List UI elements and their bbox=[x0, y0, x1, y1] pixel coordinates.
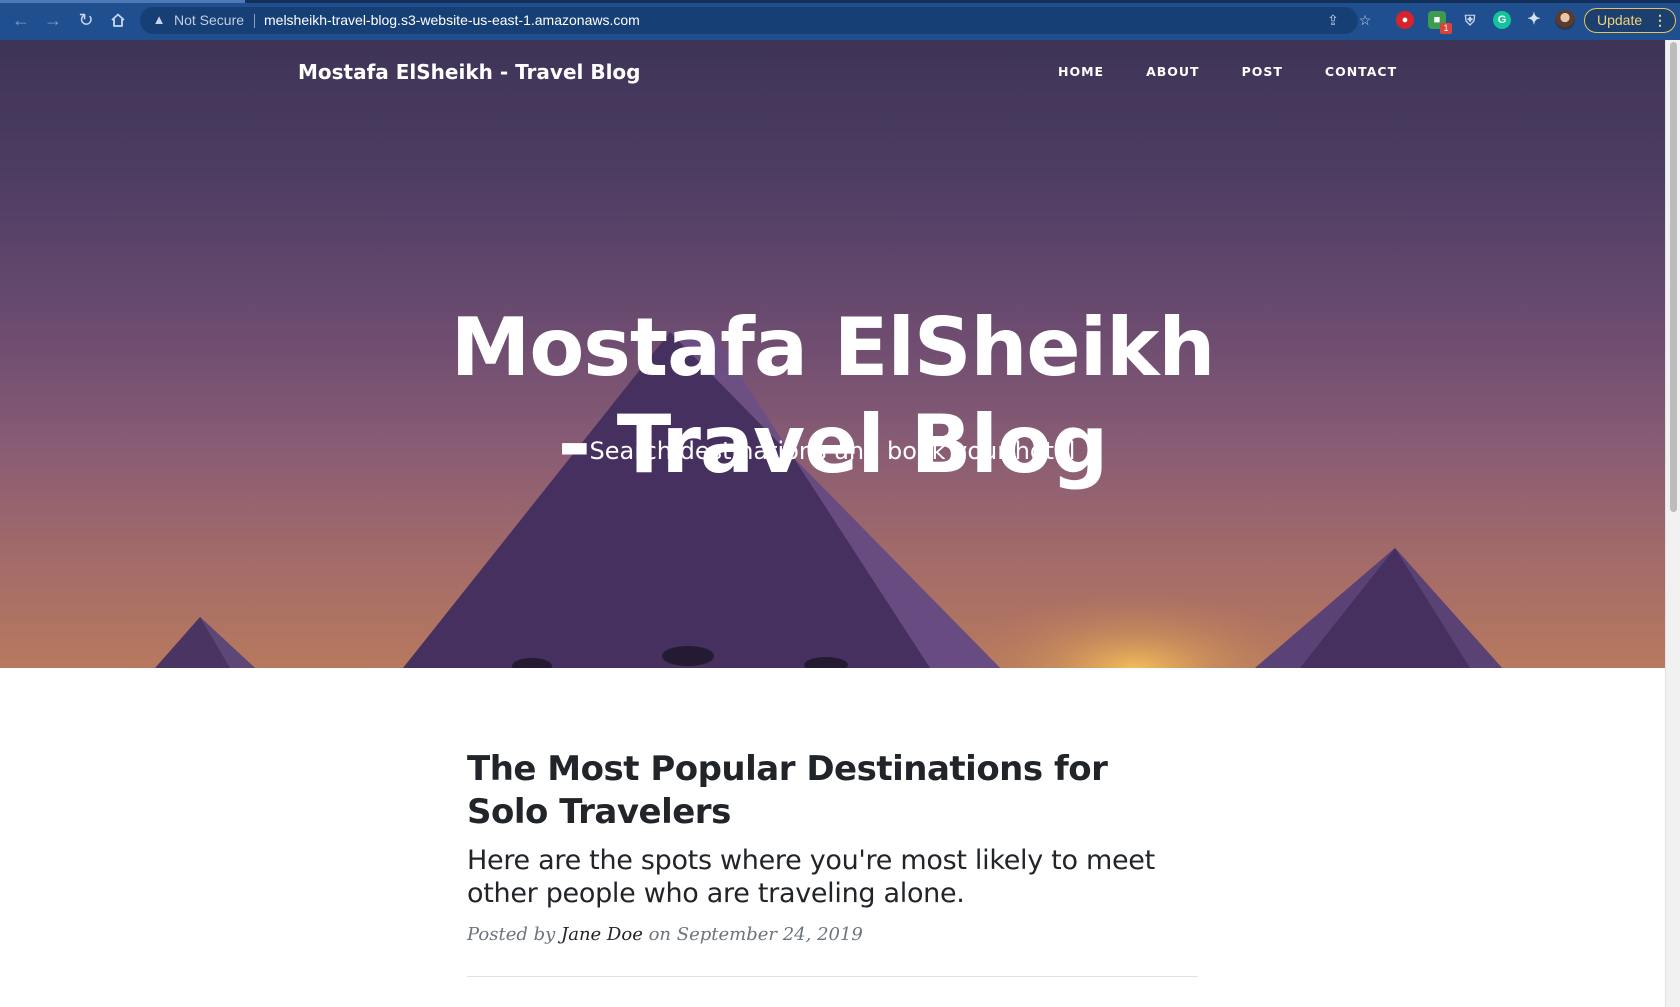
puzzle-extensions-icon[interactable]: ✦ bbox=[1525, 11, 1543, 29]
page-scrollbar[interactable] bbox=[1665, 40, 1680, 1007]
reload-button[interactable]: ↻ bbox=[75, 9, 97, 31]
post-divider bbox=[467, 976, 1198, 977]
bookmark-star-icon[interactable]: ☆ bbox=[1356, 12, 1374, 28]
update-label: Update bbox=[1597, 12, 1643, 28]
tab-strip bbox=[0, 0, 1680, 3]
post-meta-prefix: Posted by bbox=[467, 924, 556, 945]
post-meta: Posted by Jane Doe on September 24, 2019 bbox=[467, 924, 1198, 945]
more-menu-icon[interactable]: ⋮ bbox=[1653, 9, 1667, 32]
shield-icon[interactable]: ⛨ bbox=[1461, 11, 1479, 29]
address-bar[interactable]: ▲ Not Secure melsheikh-travel-blog.s3-we… bbox=[140, 7, 1358, 34]
nav-post-link[interactable]: POST bbox=[1242, 64, 1283, 79]
nav-contact-link[interactable]: CONTACT bbox=[1325, 64, 1397, 79]
nav-about-link[interactable]: ABOUT bbox=[1146, 64, 1200, 79]
grammarly-icon[interactable]: G bbox=[1493, 11, 1511, 29]
hero-subtitle: Search destinations and book your hotel bbox=[589, 437, 1076, 465]
post-preview[interactable]: The Most Popular Destinations for Solo T… bbox=[467, 748, 1198, 963]
post-title[interactable]: The Most Popular Destinations for Solo T… bbox=[467, 748, 1198, 834]
reload-icon: ↻ bbox=[78, 10, 94, 30]
site-navigation: HOME ABOUT POST CONTACT bbox=[1058, 64, 1439, 79]
update-button[interactable]: Update ⋮ bbox=[1584, 8, 1676, 33]
browser-toolbar: ← → ↻ ▲ Not Secure melsheikh-travel-blog… bbox=[0, 0, 1680, 40]
arrow-left-icon: ← bbox=[12, 10, 30, 30]
home-icon bbox=[111, 13, 125, 27]
nav-home-link[interactable]: HOME bbox=[1058, 64, 1104, 79]
security-label[interactable]: Not Secure bbox=[174, 12, 244, 29]
post-subtitle[interactable]: Here are the spots where you're most lik… bbox=[467, 844, 1198, 910]
home-button[interactable] bbox=[107, 9, 129, 31]
scrollbar-thumb[interactable] bbox=[1670, 42, 1677, 512]
profile-avatar[interactable] bbox=[1555, 10, 1575, 30]
post-date: September 24, 2019 bbox=[676, 924, 863, 945]
post-author-link[interactable]: Jane Doe bbox=[561, 924, 643, 945]
url-text[interactable]: melsheikh-travel-blog.s3-website-us-east… bbox=[264, 12, 640, 29]
share-icon[interactable]: ⇪ bbox=[1324, 12, 1342, 28]
warning-icon[interactable]: ▲ bbox=[151, 12, 167, 28]
hero-title-line-1: Mostafa ElSheikh bbox=[450, 300, 1216, 394]
forward-button[interactable]: → bbox=[42, 9, 64, 31]
active-tab-indicator bbox=[0, 0, 245, 3]
arrow-right-icon: → bbox=[44, 10, 62, 30]
extension-red-icon[interactable]: ● bbox=[1396, 11, 1414, 29]
hero-header: Mostafa ElSheikh - Travel Blog HOME ABOU… bbox=[0, 40, 1665, 668]
extension-badge: 1 bbox=[1440, 23, 1452, 34]
site-brand-link[interactable]: Mostafa ElSheikh - Travel Blog bbox=[298, 60, 641, 84]
back-button[interactable]: ← bbox=[10, 9, 32, 31]
post-meta-mid: on bbox=[648, 924, 672, 945]
address-separator bbox=[254, 14, 255, 28]
